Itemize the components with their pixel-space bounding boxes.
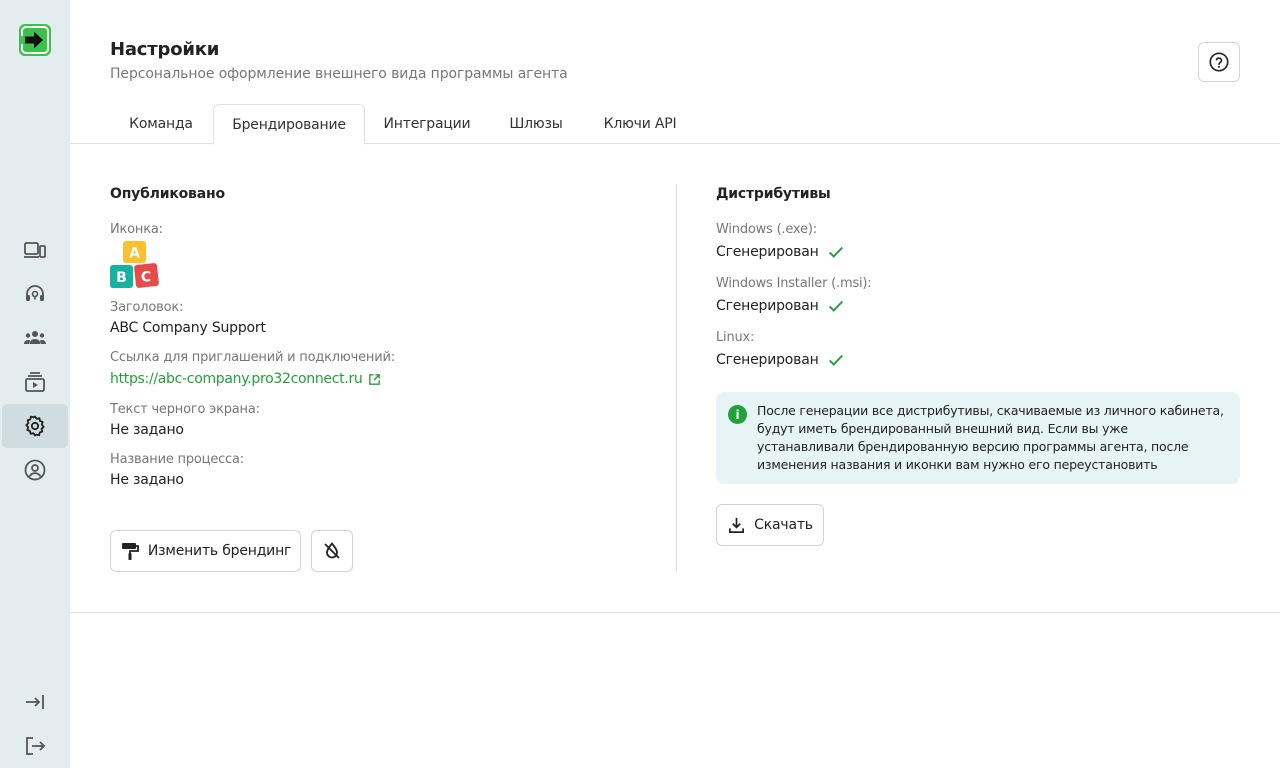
process-label: Название процесса: xyxy=(110,452,244,467)
check-icon xyxy=(828,354,843,366)
icon-label: Иконка: xyxy=(110,222,163,237)
external-link-icon xyxy=(369,373,381,385)
help-button[interactable] xyxy=(1198,42,1240,82)
download-label: Скачать xyxy=(754,517,813,533)
black-screen-label: Текст черного экрана: xyxy=(110,402,260,417)
nav-settings[interactable] xyxy=(2,404,68,448)
tab-team[interactable]: Команда xyxy=(112,104,210,144)
tab-api-keys[interactable]: Ключи API xyxy=(590,104,690,144)
gear-icon xyxy=(25,415,45,437)
dist-windows-exe-label: Windows (.exe): xyxy=(716,222,817,237)
tab-branding[interactable]: Брендирование xyxy=(213,104,365,145)
check-icon xyxy=(828,300,843,312)
svg-text:C: C xyxy=(141,270,151,286)
devices-icon xyxy=(24,242,46,258)
invite-link-text: https://abc-company.pro32connect.ru xyxy=(110,371,363,387)
collapse-arrow-icon xyxy=(26,695,44,709)
headset-icon xyxy=(26,285,44,301)
heading-label: Заголовок: xyxy=(110,300,184,315)
sessions-icon xyxy=(25,372,45,392)
info-notice-text: После генерации все дистрибутивы, скачив… xyxy=(757,403,1224,472)
edit-branding-label: Изменить брендинг xyxy=(147,543,292,559)
dist-windows-msi-label: Windows Installer (.msi): xyxy=(716,276,872,291)
drop-off-icon xyxy=(324,542,340,559)
check-icon xyxy=(828,246,843,258)
dist-linux-label: Linux: xyxy=(716,330,755,345)
brand-abc-icon: A B C xyxy=(110,241,160,289)
dist-windows-msi-status: Сгенерирован xyxy=(716,297,845,315)
info-notice: i После генерации все дистрибутивы, скач… xyxy=(716,392,1240,484)
download-icon xyxy=(729,517,745,533)
page-title: Настройки xyxy=(110,39,220,60)
column-divider xyxy=(676,184,677,572)
nav-support[interactable] xyxy=(2,272,68,316)
app-logo-icon[interactable] xyxy=(18,23,52,57)
info-icon: i xyxy=(728,405,747,424)
svg-text:A: A xyxy=(129,246,140,262)
logout-icon xyxy=(26,737,46,755)
tab-gateways[interactable]: Шлюзы xyxy=(494,104,578,144)
download-button[interactable]: Скачать xyxy=(716,504,824,546)
reset-branding-button[interactable] xyxy=(311,530,353,572)
sidebar xyxy=(0,0,70,768)
link-label: Ссылка для приглашений и подключений: xyxy=(110,350,395,365)
black-screen-value: Не задано xyxy=(110,422,184,438)
profile-icon xyxy=(24,459,46,481)
published-title: Опубликовано xyxy=(110,186,225,202)
invite-link[interactable]: https://abc-company.pro32connect.ru xyxy=(110,371,381,387)
nav-logout[interactable] xyxy=(2,724,68,768)
nav-profile[interactable] xyxy=(2,448,68,492)
users-icon xyxy=(24,331,46,344)
dist-windows-exe-status: Сгенерирован xyxy=(716,243,845,261)
process-value: Не задано xyxy=(110,472,184,488)
heading-value: ABC Company Support xyxy=(110,320,266,336)
edit-branding-button[interactable]: Изменить брендинг xyxy=(110,530,301,572)
nav-collapse[interactable] xyxy=(2,680,68,724)
tab-bar: Команда Брендирование Интеграции Шлюзы К… xyxy=(70,104,1280,145)
svg-text:B: B xyxy=(116,270,127,286)
help-icon xyxy=(1209,52,1229,72)
content-bottom-divider xyxy=(70,612,1280,613)
dist-linux-status: Сгенерирован xyxy=(716,351,845,369)
page-subtitle: Персональное оформление внешнего вида пр… xyxy=(110,66,568,82)
paint-roller-icon xyxy=(121,543,139,560)
nav-devices[interactable] xyxy=(2,228,68,272)
tab-integrations[interactable]: Интеграции xyxy=(368,104,486,144)
distributions-title: Дистрибутивы xyxy=(716,186,831,202)
nav-users[interactable] xyxy=(2,316,68,360)
nav-sessions[interactable] xyxy=(2,360,68,404)
